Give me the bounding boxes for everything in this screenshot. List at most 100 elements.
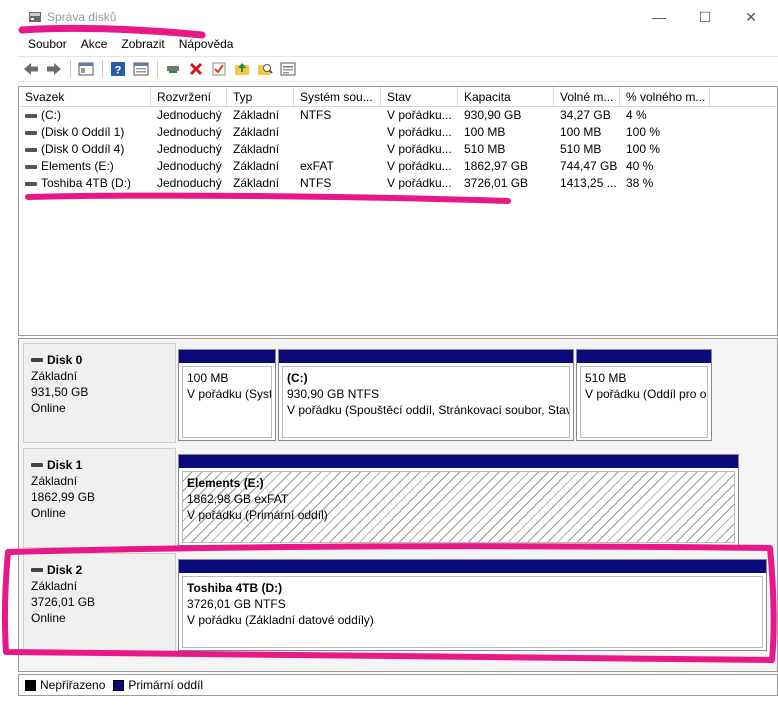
cell-status: V pořádku... [387, 125, 452, 139]
toolbar: ? [18, 56, 778, 82]
partition-disk0-c[interactable]: (C:) 930,90 GB NTFS V pořádku (Spouštěcí… [278, 349, 574, 441]
table-row[interactable]: Elements (E:) Jednoduchý Základní exFAT … [19, 158, 777, 175]
legend-label-primary: Primární oddíl [128, 678, 204, 692]
toolbar-separator [157, 60, 158, 78]
menu-zobrazit[interactable]: Zobrazit [121, 34, 164, 54]
volume-icon [25, 164, 37, 169]
check-icon[interactable] [210, 60, 228, 78]
partition-status: V pořádku (Primární oddíl) [187, 508, 328, 522]
menu-napoveda[interactable]: Nápověda [179, 34, 234, 54]
partition-bar [577, 350, 711, 363]
disk-size: 931,50 GB [31, 385, 89, 399]
back-arrow-icon[interactable] [22, 60, 40, 78]
svg-text:?: ? [115, 65, 122, 77]
partition-size: 510 MB [585, 371, 627, 385]
forward-arrow-icon[interactable] [45, 60, 63, 78]
menu-bar: Soubor Akce Zobrazit Nápověda [0, 34, 778, 54]
volume-icon [25, 130, 37, 135]
console-tree-icon[interactable] [77, 60, 95, 78]
partition-disk0-recovery[interactable]: 510 MB V pořádku (Oddíl pro o [576, 349, 712, 441]
help-icon[interactable]: ? [109, 60, 127, 78]
maximize-button[interactable]: ☐ [682, 4, 728, 30]
disk-label-2[interactable]: Disk 2 Základní 3726,01 GB Online [23, 553, 176, 653]
disk-management-icon [29, 12, 41, 22]
partition-disk2-d[interactable]: Toshiba 4TB (D:) 3726,01 GB NTFS V pořád… [178, 559, 767, 651]
cell-type: Základní [233, 142, 280, 156]
menu-soubor[interactable]: Soubor [28, 34, 67, 54]
column-header-procento-volneho[interactable]: % volného m... [620, 87, 710, 107]
close-button[interactable]: ✕ [728, 4, 774, 30]
cell-volume: Toshiba 4TB (D:) [41, 176, 132, 190]
cell-free-space: 1413,25 ... [560, 176, 617, 190]
disk-label-1[interactable]: Disk 1 Základní 1862,99 GB Online [23, 448, 176, 548]
folder-up-icon[interactable] [233, 60, 251, 78]
partition-name: Elements (E:) [187, 476, 264, 490]
cell-layout: Jednoduchý [157, 142, 222, 156]
table-row[interactable]: (Disk 0 Oddíl 4) Jednoduchý Základní V p… [19, 141, 777, 158]
cell-status: V pořádku... [387, 108, 452, 122]
partition-bar [179, 560, 766, 573]
partition-size: 930,90 GB NTFS [287, 387, 380, 401]
column-header-stav[interactable]: Stav [381, 87, 458, 107]
disk-row-0: Disk 0 Základní 931,50 GB Online 100 MB … [19, 339, 777, 444]
volume-list-header: Svazek Rozvržení Typ Systém sou... Stav … [19, 87, 777, 107]
partition-status: V pořádku (Oddíl pro o [585, 387, 707, 401]
partition-bar [279, 350, 573, 363]
cell-free-space: 744,47 GB [560, 159, 618, 173]
cell-capacity: 510 MB [464, 142, 506, 156]
properties-icon[interactable] [132, 60, 150, 78]
column-header-volne-misto[interactable]: Volné m... [554, 87, 620, 107]
disk-size: 3726,01 GB [31, 595, 96, 609]
cell-capacity: 930,90 GB [464, 108, 522, 122]
partition-name: (C:) [287, 371, 308, 385]
cell-free-space: 510 MB [560, 142, 602, 156]
cell-free-space: 100 MB [560, 125, 602, 139]
partition-disk0-efi[interactable]: 100 MB V pořádku (Systém EFI oddíl) [178, 349, 276, 441]
volume-list: Svazek Rozvržení Typ Systém sou... Stav … [18, 86, 778, 336]
cell-layout: Jednoduchý [157, 159, 222, 173]
cell-type: Základní [233, 176, 280, 190]
table-row[interactable]: Toshiba 4TB (D:) Jednoduchý Základní NTF… [19, 175, 777, 192]
cell-type: Základní [233, 108, 280, 122]
column-header-rozvrzeni[interactable]: Rozvržení [151, 87, 227, 107]
column-header-kapacita[interactable]: Kapacita [458, 87, 554, 107]
column-header-system-souboru[interactable]: Systém sou... [294, 87, 381, 107]
cell-volume: (Disk 0 Oddíl 1) [41, 125, 125, 139]
toolbar-separator [70, 60, 71, 78]
cell-filesystem: exFAT [300, 159, 334, 173]
table-row[interactable]: (Disk 0 Oddíl 1) Jednoduchý Základní V p… [19, 124, 777, 141]
partition-bar [179, 455, 738, 468]
partition-bar [179, 350, 275, 363]
column-header-typ[interactable]: Typ [227, 87, 294, 107]
search-icon[interactable] [256, 60, 274, 78]
cell-type: Základní [233, 159, 280, 173]
legend-swatch-primary [113, 679, 125, 691]
cell-filesystem: NTFS [300, 108, 332, 122]
partition-disk1-e[interactable]: Elements (E:) 1862,98 GB exFAT V pořádku… [178, 454, 739, 546]
cell-status: V pořádku... [387, 176, 452, 190]
partition-size: 100 MB [187, 371, 229, 385]
disk-icon [31, 568, 43, 572]
console-view-icon[interactable] [279, 60, 297, 78]
disk-status: Online [31, 611, 66, 625]
cell-layout: Jednoduchý [157, 176, 222, 190]
table-row[interactable]: (C:) Jednoduchý Základní NTFS V pořádku.… [19, 107, 777, 124]
volume-icon [25, 181, 37, 186]
cell-free-percent: 100 % [626, 142, 661, 156]
partition-status: V pořádku (Základní datové oddíly) [187, 613, 374, 627]
volume-icon [25, 147, 37, 152]
cell-type: Základní [233, 125, 280, 139]
disk-label-0[interactable]: Disk 0 Základní 931,50 GB Online [23, 343, 176, 443]
minimize-button[interactable]: — [636, 4, 682, 30]
column-header-svazek[interactable]: Svazek [19, 87, 151, 107]
partition-size: 1862,98 GB exFAT [187, 492, 289, 506]
delete-icon[interactable] [187, 60, 205, 78]
partition-size: 3726,01 GB NTFS [187, 597, 286, 611]
disk-name: Disk 0 [47, 353, 83, 367]
title-bar: Správa disků — ☐ ✕ [0, 0, 778, 34]
disk-status: Online [31, 401, 66, 415]
menu-akce[interactable]: Akce [81, 34, 108, 54]
partition-status: V pořádku (Spouštěcí oddíl, Stránkovací … [287, 403, 570, 417]
disk-type: Základní [31, 579, 78, 593]
connect-drive-icon[interactable] [164, 60, 182, 78]
